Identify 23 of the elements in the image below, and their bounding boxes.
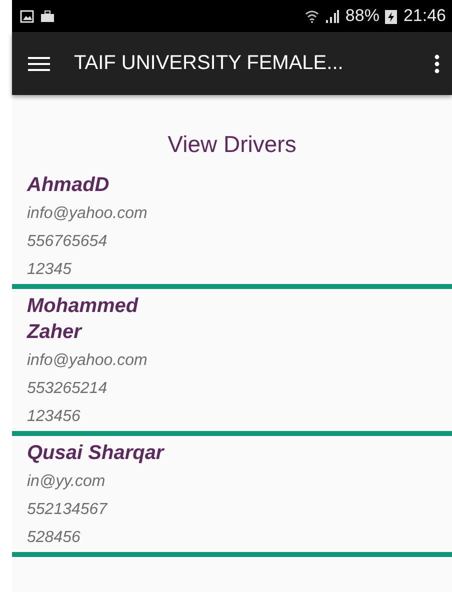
driver-id: 528456 — [27, 528, 82, 548]
driver-phone: 552134567 — [27, 500, 109, 520]
driver-email: info@yahoo.com — [27, 204, 148, 224]
driver-name: Mohammed Zaher — [27, 294, 140, 345]
signal-icon — [325, 9, 340, 23]
wifi-icon — [305, 9, 320, 23]
battery-icon — [385, 8, 398, 24]
battery-percentage: 88% — [345, 6, 380, 26]
clock: 21:46 — [403, 6, 446, 26]
image-icon — [20, 10, 34, 22]
driver-id: 12345 — [27, 260, 72, 280]
driver-phone: 553265214 — [27, 379, 108, 399]
driver-email: in@yy.com — [27, 472, 106, 492]
briefcase-icon — [40, 10, 55, 22]
driver-id: 123456 — [27, 407, 82, 427]
driver-phone: 556765654 — [27, 232, 108, 252]
driver-email: info@yahoo.com — [27, 351, 148, 371]
page-heading: View Drivers — [166, 131, 298, 158]
app-title: TAIF UNIVERSITY FEMALE... — [74, 52, 344, 75]
more-options-icon[interactable] — [434, 54, 440, 74]
menu-icon[interactable] — [28, 56, 50, 72]
driver-name: AhmadD — [27, 173, 110, 198]
driver-name: Qusai Sharqar — [27, 441, 166, 466]
